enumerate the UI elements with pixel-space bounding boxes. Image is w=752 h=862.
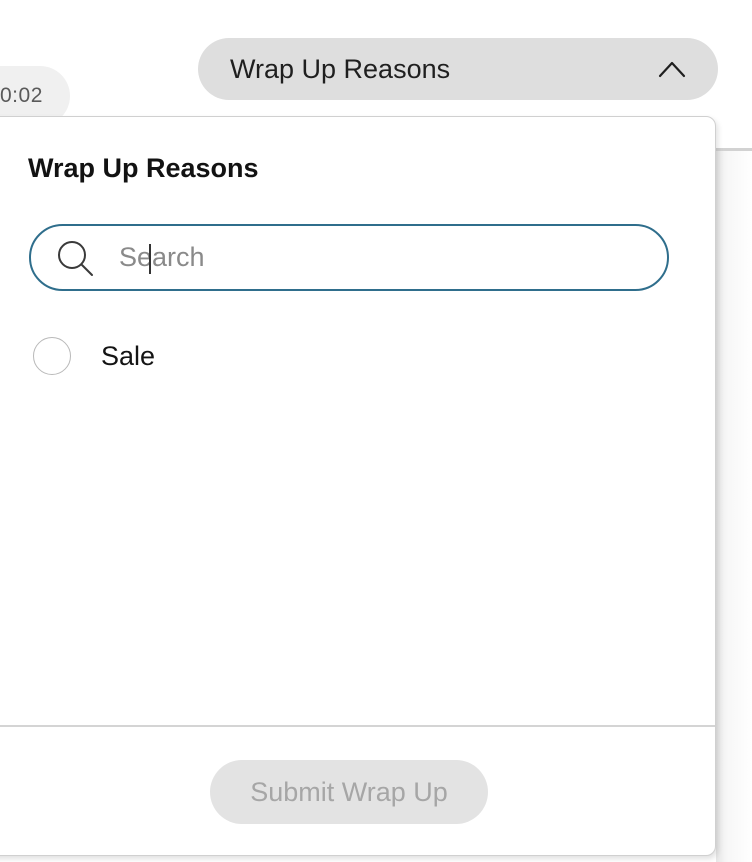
chevron-up-icon bbox=[658, 60, 686, 78]
timer-text: 0:02 bbox=[0, 84, 43, 107]
dropdown-label: Wrap Up Reasons bbox=[230, 53, 451, 84]
text-caret bbox=[149, 244, 151, 274]
radio-icon[interactable] bbox=[33, 337, 71, 375]
search-box[interactable] bbox=[29, 224, 669, 291]
panel-title: Wrap Up Reasons bbox=[28, 153, 259, 183]
wrap-up-screen: 0:02 Wrap Up Reasons Wrap Up Reasons Sal… bbox=[0, 0, 752, 862]
wrap-up-reasons-dropdown[interactable]: Wrap Up Reasons bbox=[198, 38, 718, 100]
footer-divider bbox=[0, 725, 715, 727]
reason-option-sale[interactable]: Sale bbox=[33, 335, 155, 377]
background-shadow bbox=[716, 151, 752, 862]
submit-wrap-up-button[interactable]: Submit Wrap Up bbox=[210, 760, 488, 824]
search-input[interactable] bbox=[119, 237, 619, 278]
wrap-up-popover: Wrap Up Reasons Sale Submit Wrap Up bbox=[0, 116, 716, 856]
search-icon bbox=[55, 238, 95, 278]
reason-option-label: Sale bbox=[101, 340, 156, 371]
